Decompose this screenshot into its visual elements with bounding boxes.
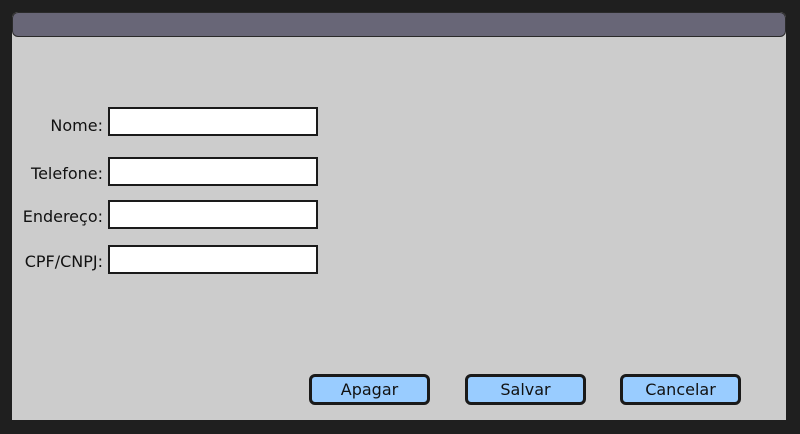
cpf-cnpj-label: CPF/CNPJ: <box>24 252 103 271</box>
address-label: Endereço: <box>22 207 103 226</box>
name-label: Nome: <box>50 116 103 135</box>
phone-label: Telefone: <box>31 164 103 183</box>
cancel-button[interactable]: Cancelar <box>620 374 741 405</box>
phone-input[interactable] <box>108 157 318 186</box>
form-window: Nome: Telefone: Endereço: CPF/CNPJ: Apag… <box>12 12 786 420</box>
window-titlebar[interactable] <box>12 12 786 37</box>
clear-button[interactable]: Apagar <box>309 374 430 405</box>
cpf-cnpj-input[interactable] <box>108 245 318 274</box>
address-input[interactable] <box>108 200 318 229</box>
name-input[interactable] <box>108 107 318 136</box>
save-button[interactable]: Salvar <box>465 374 586 405</box>
